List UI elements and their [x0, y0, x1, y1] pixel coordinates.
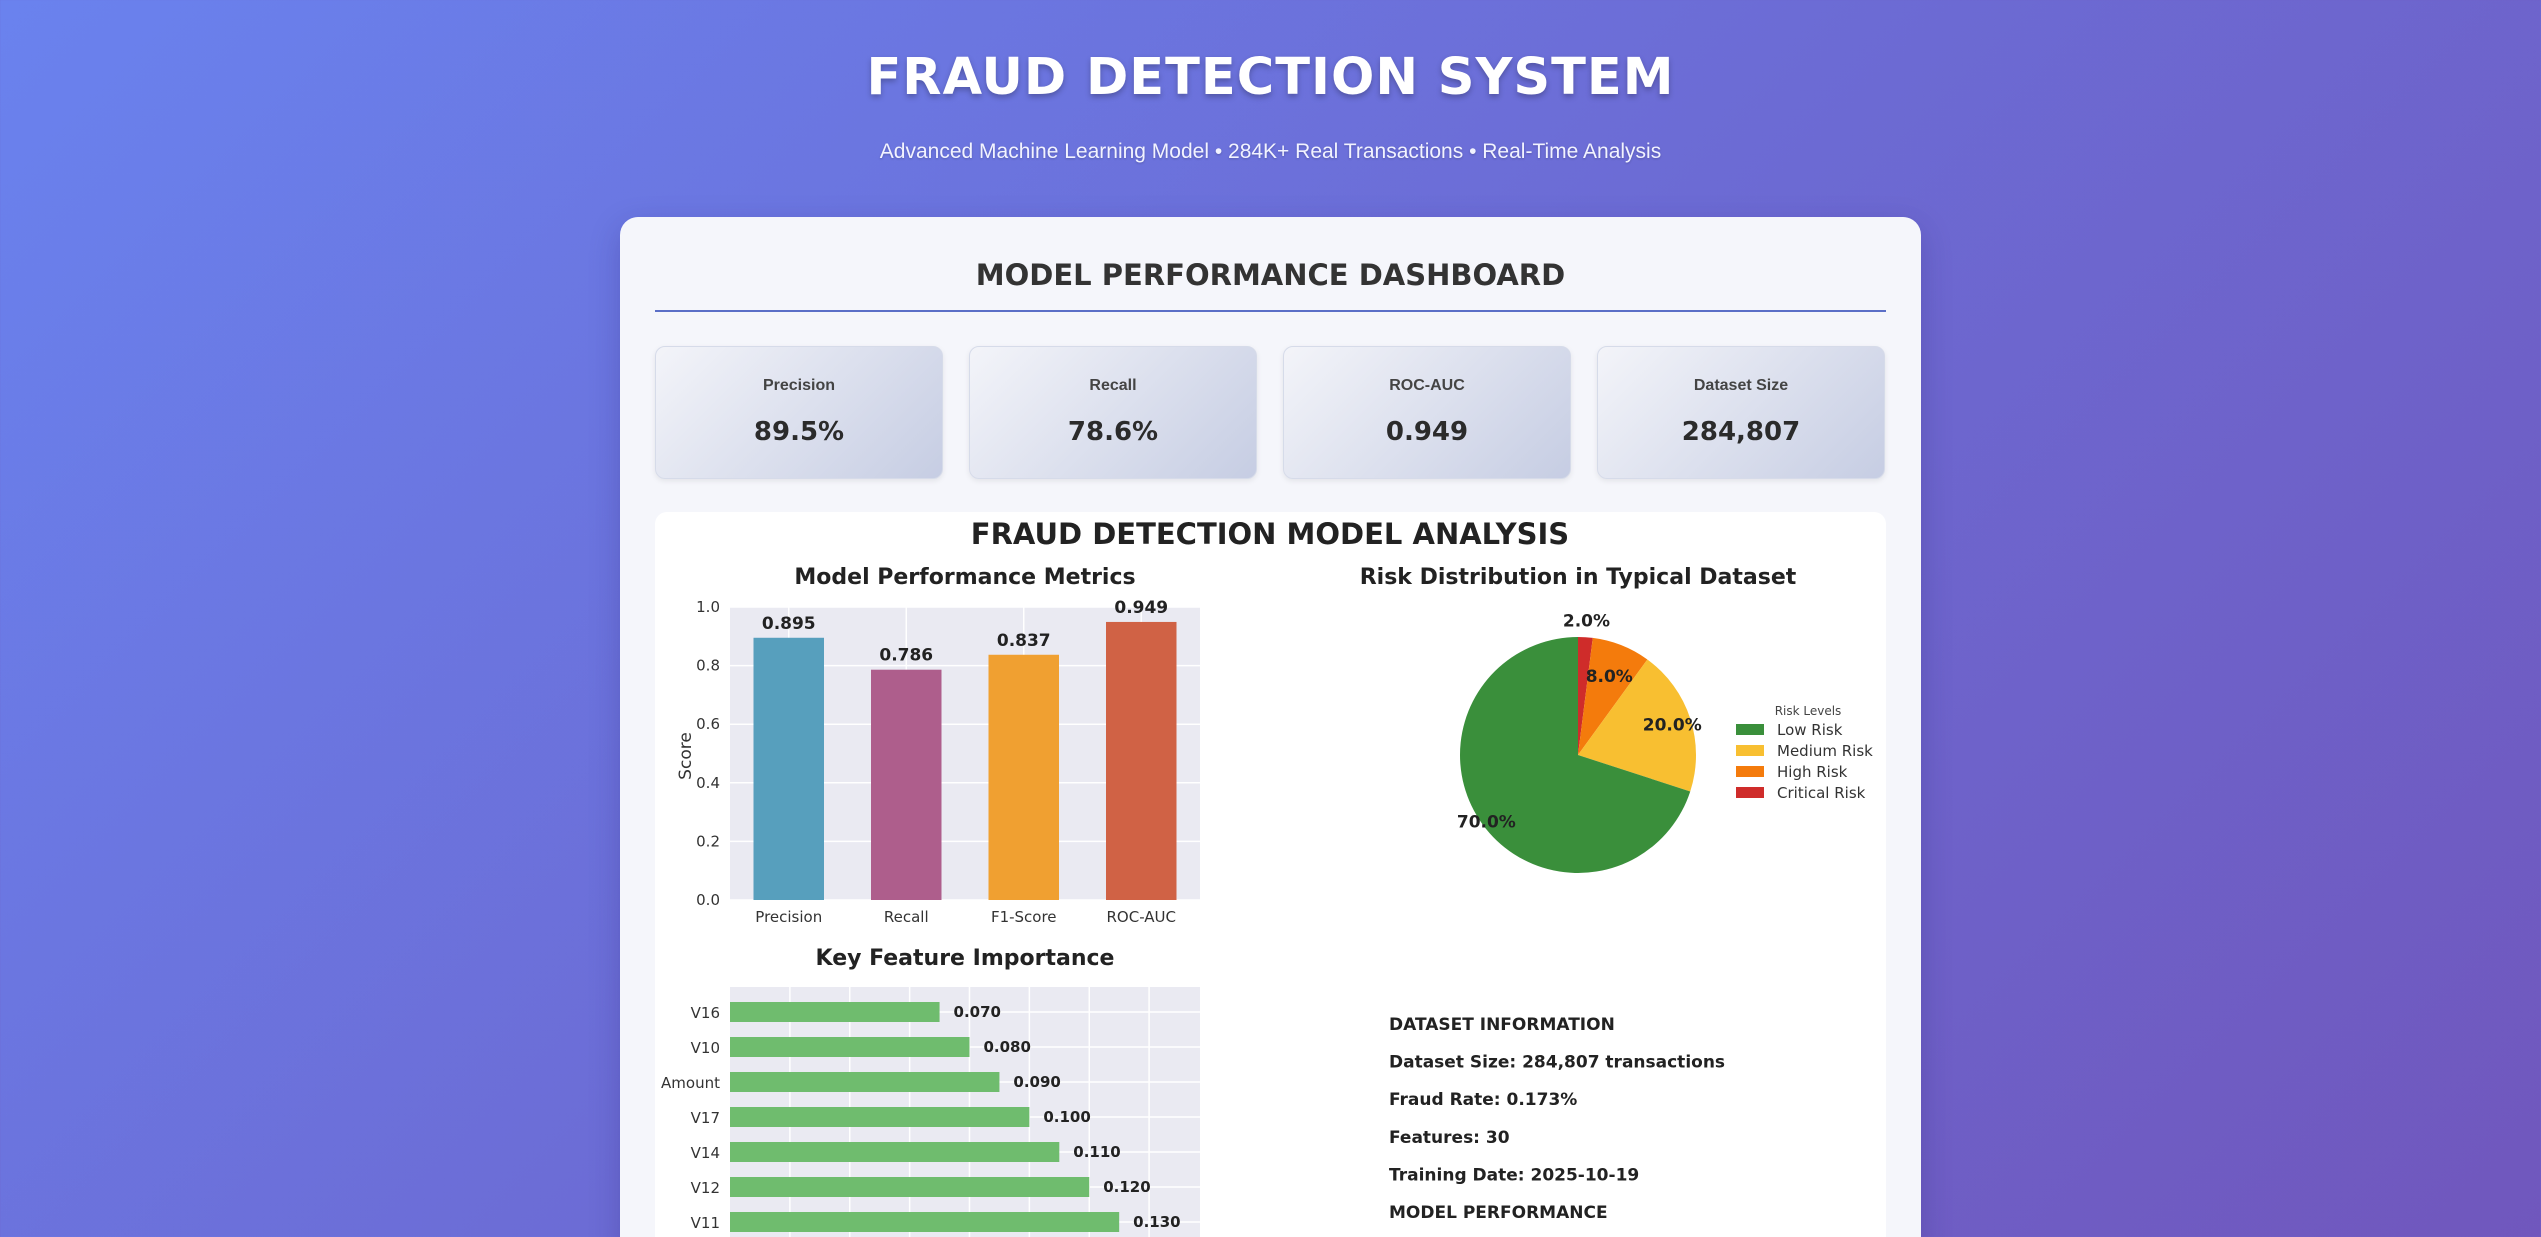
feature-bar-value-label: 0.080: [983, 1038, 1030, 1056]
dataset-info-line: DATASET INFORMATION: [1389, 1015, 1615, 1035]
dataset-info-line: Features: 30: [1389, 1128, 1510, 1148]
feature-bar-value-label: 0.070: [954, 1003, 1001, 1021]
metric-card-precision: Precision 89.5%: [655, 346, 943, 479]
figure-title: FRAUD DETECTION MODEL ANALYSIS: [971, 517, 1569, 551]
metric-card-label: ROC-AUC: [1389, 377, 1465, 394]
feature-y-tick-label: Amount: [661, 1074, 720, 1092]
metric-card-label: Recall: [1089, 377, 1137, 394]
metrics-y-tick-label: 1.0: [696, 598, 720, 616]
dashboard-title: MODEL PERFORMANCE DASHBOARD: [975, 258, 1566, 292]
risk-pie-pct-label: 70.0%: [1457, 813, 1516, 833]
metric-card-label: Dataset Size: [1693, 377, 1789, 394]
dataset-info: DATASET INFORMATION Dataset Size: 284,807…: [1389, 1015, 1725, 1223]
risk-legend: Risk Levels Low Risk Medium Risk High Risk C…: [1736, 704, 1873, 802]
dataset-info-line: Training Date: 2025-10-19: [1389, 1165, 1639, 1185]
risk-pie-pct-label: 8.0%: [1586, 667, 1633, 687]
metrics-x-tick-label: ROC-AUC: [1107, 908, 1177, 926]
analysis-figure-canvas: FRAUD DETECTION MODEL ANALYSIS Model Per…: [661, 517, 1873, 1237]
metrics-x-tick-label: Precision: [755, 908, 822, 926]
feature-chart-title: Key Feature Importance: [816, 946, 1115, 971]
feature-bar: [730, 1072, 1000, 1092]
metric-card-value: 0.949: [1385, 417, 1469, 447]
risk-legend-swatch: [1736, 766, 1764, 777]
metrics-bar: [988, 654, 1059, 900]
risk-legend-swatch: [1736, 724, 1764, 735]
feature-bar: [730, 1107, 1030, 1127]
metrics-bar: [871, 669, 942, 900]
metrics-x-tick-label: Recall: [884, 908, 929, 926]
feature-y-tick-label: V17: [691, 1109, 720, 1127]
analysis-figure: FRAUD DETECTION MODEL ANALYSIS Model Per…: [655, 512, 1886, 1237]
title-divider: [655, 310, 1886, 312]
risk-legend-label: Critical Risk: [1777, 784, 1866, 802]
dataset-info-line: Fraud Rate: 0.173%: [1389, 1090, 1577, 1110]
metrics-bar-value-label: 0.837: [997, 631, 1051, 651]
feature-bar: [730, 1212, 1120, 1232]
metrics-bar-value-label: 0.949: [1114, 598, 1168, 618]
risk-pie-pct-label: 20.0%: [1643, 715, 1702, 735]
metrics-chart-title: Model Performance Metrics: [794, 565, 1135, 590]
feature-bar: [730, 1142, 1060, 1162]
feature-y-tick-label: V12: [691, 1179, 720, 1197]
feature-bar: [730, 1002, 940, 1022]
metrics-x-tick-label: F1-Score: [991, 908, 1057, 926]
feature-bar: [730, 1177, 1090, 1197]
feature-y-tick-label: V14: [691, 1144, 720, 1162]
feature-bar-value-label: 0.110: [1073, 1143, 1120, 1161]
dataset-info-line: Dataset Size: 284,807 transactions: [1389, 1053, 1725, 1073]
risk-pie-pct-label: 2.0%: [1563, 612, 1610, 632]
metrics-y-tick-label: 0.6: [696, 715, 720, 733]
metrics-y-tick-label: 0.4: [696, 774, 720, 792]
metric-card-roc-auc: ROC-AUC 0.949: [1283, 346, 1571, 479]
feature-bar-value-label: 0.100: [1043, 1108, 1090, 1126]
risk-pie: 2.0% 8.0% 20.0% 70.0%: [1457, 612, 1702, 873]
metric-card-label: Precision: [762, 377, 836, 394]
feature-y-tick-label: V16: [691, 1004, 720, 1022]
metric-card-value: 78.6%: [1067, 417, 1159, 447]
risk-chart-title: Risk Distribution in Typical Dataset: [1360, 565, 1797, 590]
metrics-bar-value-label: 0.786: [879, 646, 933, 666]
metric-card-dataset-size: Dataset Size 284,807: [1597, 346, 1885, 479]
risk-legend-title: Risk Levels: [1775, 704, 1842, 718]
feature-bar-value-label: 0.090: [1013, 1073, 1060, 1091]
feature-bar-value-label: 0.130: [1133, 1213, 1180, 1231]
metric-card-value: 89.5%: [753, 417, 845, 447]
metrics-y-tick-label: 0.8: [696, 657, 720, 675]
metrics-bar: [1106, 621, 1177, 900]
metrics-y-tick-label: 0.0: [696, 891, 720, 909]
risk-legend-label: Medium Risk: [1777, 742, 1873, 760]
risk-legend-swatch: [1736, 787, 1764, 798]
metrics-y-axis-label: Score: [676, 732, 696, 780]
risk-legend-label: High Risk: [1777, 763, 1848, 781]
metric-card-recall: Recall 78.6%: [969, 346, 1257, 479]
page-title: FRAUD DETECTION SYSTEM: [866, 48, 1675, 107]
metric-card-value: 284,807: [1681, 417, 1801, 447]
feature-y-tick-label: V10: [691, 1039, 720, 1057]
dataset-info-line: MODEL PERFORMANCE: [1389, 1203, 1608, 1223]
risk-legend-swatch: [1736, 745, 1764, 756]
page-subtitle: Advanced Machine Learning Model • 284K+ …: [879, 140, 1662, 163]
feature-bar: [730, 1037, 970, 1057]
metrics-bar: [753, 637, 824, 900]
risk-legend-label: Low Risk: [1777, 721, 1843, 739]
feature-bar-value-label: 0.120: [1103, 1178, 1150, 1196]
feature-y-tick-label: V11: [691, 1214, 720, 1232]
metrics-bar-value-label: 0.895: [762, 614, 816, 634]
metrics-y-tick-label: 0.2: [696, 832, 720, 850]
